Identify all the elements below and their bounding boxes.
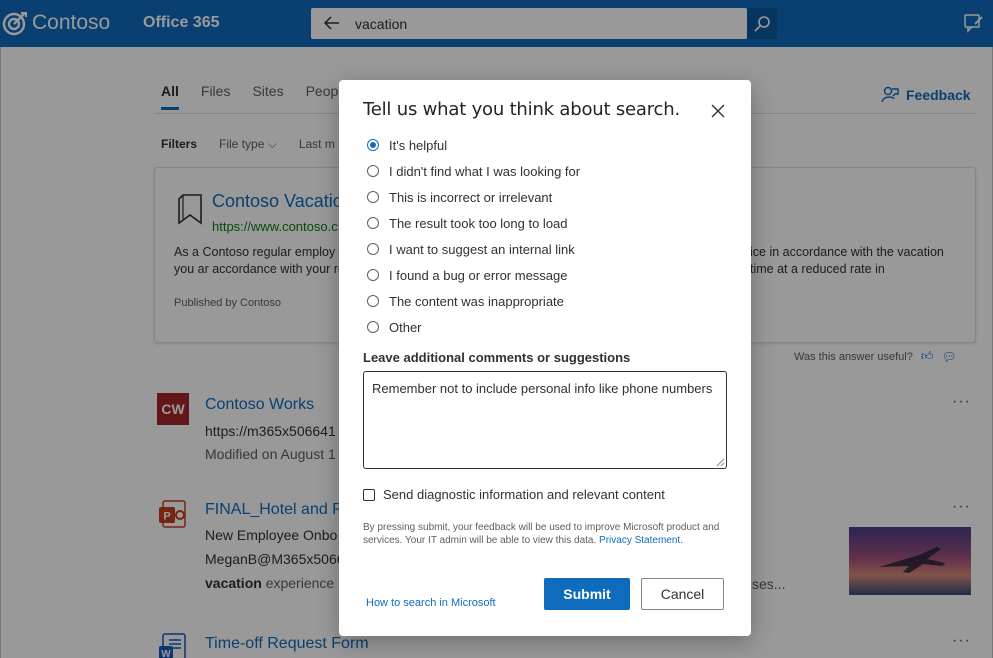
comments-textarea[interactable]: Remember not to include personal info li…	[363, 371, 727, 469]
option-not-found[interactable]: I didn't find what I was looking for	[367, 158, 580, 184]
radio-button[interactable]	[367, 243, 379, 255]
option-bug[interactable]: I found a bug or error message	[367, 262, 580, 288]
radio-button[interactable]	[367, 165, 379, 177]
radio-button[interactable]	[367, 321, 379, 333]
close-icon[interactable]	[711, 104, 725, 118]
radio-button[interactable]	[367, 217, 379, 229]
radio-button[interactable]	[367, 269, 379, 281]
option-inappropriate[interactable]: The content was inappropriate	[367, 288, 580, 314]
option-other[interactable]: Other	[367, 314, 580, 340]
diagnostic-checkbox-row[interactable]: Send diagnostic information and relevant…	[363, 487, 665, 502]
radio-button[interactable]	[367, 191, 379, 203]
privacy-statement-link[interactable]: Privacy Statement.	[599, 535, 683, 546]
radio-button[interactable]	[367, 139, 379, 151]
option-incorrect[interactable]: This is incorrect or irrelevant	[367, 184, 580, 210]
option-helpful[interactable]: It's helpful	[367, 132, 580, 158]
how-to-search-link[interactable]: How to search in Microsoft	[366, 597, 496, 609]
option-too-slow[interactable]: The result took too long to load	[367, 210, 580, 236]
feedback-options: It's helpful I didn't find what I was lo…	[367, 132, 580, 340]
diagnostic-label: Send diagnostic information and relevant…	[383, 487, 665, 502]
feedback-dialog: Tell us what you think about search. It'…	[339, 80, 751, 636]
radio-button[interactable]	[367, 295, 379, 307]
resize-grip-icon[interactable]	[716, 458, 725, 467]
legal-notice: By pressing submit, your feedback will b…	[363, 522, 720, 546]
submit-button[interactable]: Submit	[544, 578, 630, 610]
cancel-button[interactable]: Cancel	[641, 578, 724, 610]
comments-label: Leave additional comments or suggestions	[363, 350, 631, 365]
option-suggest-link[interactable]: I want to suggest an internal link	[367, 236, 580, 262]
dialog-title: Tell us what you think about search.	[363, 99, 680, 120]
diagnostic-checkbox[interactable]	[363, 488, 375, 501]
